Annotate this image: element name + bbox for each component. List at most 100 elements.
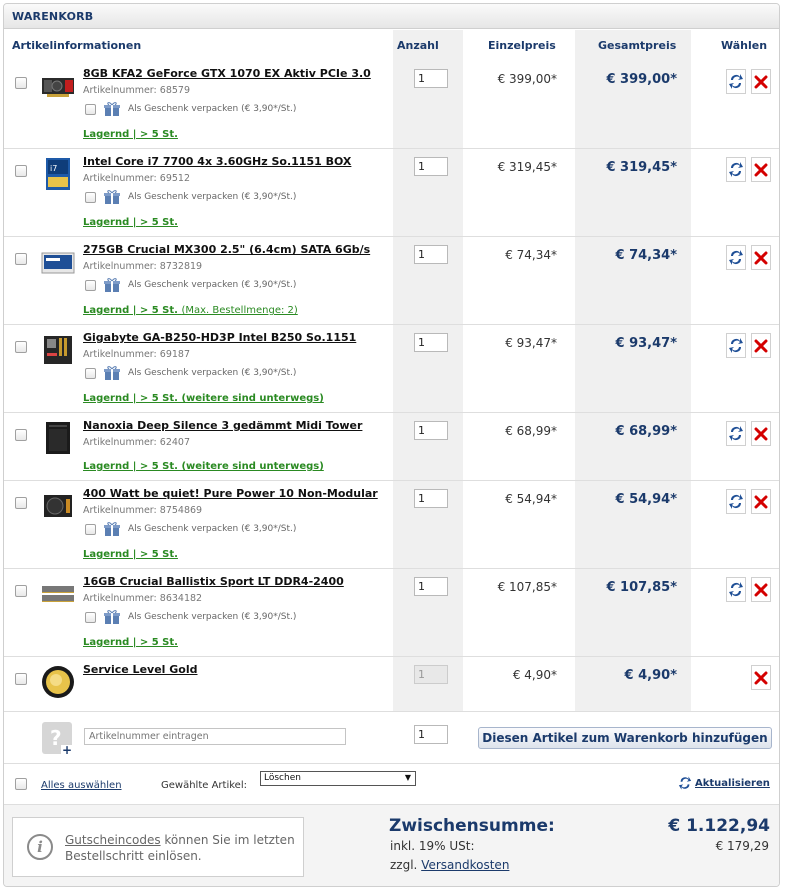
row-select-checkbox[interactable]: [15, 673, 27, 685]
delete-button[interactable]: [751, 665, 771, 690]
row-select-checkbox[interactable]: [15, 165, 27, 177]
cart-row: 400 Watt be quiet! Pure Power 10 Non-Mod…: [4, 481, 779, 569]
bulk-action-select[interactable]: Löschen ▼: [260, 771, 416, 786]
stock-status[interactable]: Lagernd | > 5 St. (Max. Bestellmenge: 2): [83, 305, 298, 316]
cart-header: WARENKORB: [4, 4, 779, 29]
refresh-button[interactable]: [726, 69, 746, 94]
article-number: Artikelnummer: 8732819: [83, 261, 203, 272]
quantity-input[interactable]: [414, 577, 448, 596]
article-number: Artikelnummer: 62407: [83, 437, 190, 448]
voucher-info-box: i Gutscheincodes können Sie im letzten B…: [12, 817, 304, 877]
shipping-costs-link[interactable]: Versandkosten: [421, 858, 509, 872]
article-number-input[interactable]: [84, 728, 346, 745]
voucher-link[interactable]: Gutscheincodes: [65, 833, 161, 847]
refresh-button[interactable]: [726, 489, 746, 514]
voucher-text: Gutscheincodes können Sie im letzten Bes…: [65, 833, 295, 863]
stock-status[interactable]: Lagernd | > 5 St.: [83, 637, 178, 648]
subtotal-label: Zwischensumme:: [389, 816, 555, 836]
row-select-checkbox[interactable]: [15, 253, 27, 265]
product-name[interactable]: 400 Watt be quiet! Pure Power 10 Non-Mod…: [83, 487, 378, 500]
quantity-input[interactable]: [414, 489, 448, 508]
add-quantity-input[interactable]: [414, 725, 448, 744]
stock-status[interactable]: Lagernd | > 5 St.: [83, 129, 178, 140]
svg-text:+: +: [62, 743, 72, 755]
refresh-icon: [729, 74, 743, 89]
ssd-thumbnail: [41, 252, 75, 274]
product-name[interactable]: 16GB Crucial Ballistix Sport LT DDR4-240…: [83, 575, 344, 588]
gift-wrap-checkbox[interactable]: [85, 612, 96, 623]
row-select-checkbox[interactable]: [15, 585, 27, 597]
gift-icon: [104, 102, 120, 116]
add-to-cart-button[interactable]: Diesen Artikel zum Warenkorb hinzufügen: [478, 727, 772, 749]
refresh-button[interactable]: [726, 333, 746, 358]
refresh-button[interactable]: [726, 577, 746, 602]
refresh-button[interactable]: [726, 421, 746, 446]
memory-module-thumbnail: [42, 586, 74, 602]
unit-price: € 74,34*: [505, 248, 557, 262]
delete-icon: [754, 583, 768, 597]
gift-wrap-label: Als Geschenk verpacken (€ 3,90*/St.): [128, 524, 297, 534]
mainboard-thumbnail: [44, 336, 72, 364]
quantity-input[interactable]: [414, 157, 448, 176]
delete-button[interactable]: [751, 157, 771, 182]
gift-wrap-label: Als Geschenk verpacken (€ 3,90*/St.): [128, 612, 297, 622]
delete-button[interactable]: [751, 245, 771, 270]
dropdown-arrow-icon: ▼: [404, 773, 411, 782]
refresh-button[interactable]: [726, 245, 746, 270]
gift-wrap-checkbox[interactable]: [85, 368, 96, 379]
quantity-input[interactable]: [414, 333, 448, 352]
stock-status[interactable]: Lagernd | > 5 St. (weitere sind unterweg…: [83, 461, 324, 472]
delete-button[interactable]: [751, 489, 771, 514]
quantity-input[interactable]: [414, 69, 448, 88]
unit-price: € 319,45*: [497, 160, 557, 174]
product-name[interactable]: Nanoxia Deep Silence 3 gedämmt Midi Towe…: [83, 419, 362, 432]
delete-button[interactable]: [751, 577, 771, 602]
row-select-checkbox[interactable]: [15, 497, 27, 509]
stock-status[interactable]: Lagernd | > 5 St.: [83, 549, 178, 560]
col-header-info: Artikelinformationen: [12, 39, 142, 52]
delete-icon: [754, 427, 768, 441]
delete-button[interactable]: [751, 69, 771, 94]
product-name[interactable]: Intel Core i7 7700 4x 3.60GHz So.1151 BO…: [83, 155, 351, 168]
gift-wrap-checkbox[interactable]: [85, 280, 96, 291]
quantity-input[interactable]: [414, 421, 448, 440]
update-cart-link[interactable]: Aktualisieren: [695, 778, 770, 789]
subtotal-value: € 1.122,94: [668, 816, 770, 836]
row-select-checkbox[interactable]: [15, 429, 27, 441]
vat-label: inkl. 19% USt:: [390, 839, 475, 853]
gift-wrap-checkbox[interactable]: [85, 104, 96, 115]
product-name[interactable]: Service Level Gold: [83, 663, 198, 676]
gift-icon: [104, 366, 120, 380]
stock-status[interactable]: Lagernd | > 5 St.: [83, 217, 178, 228]
stock-status[interactable]: Lagernd | > 5 St. (weitere sind unterweg…: [83, 393, 324, 404]
product-name[interactable]: 275GB Crucial MX300 2.5" (6.4cm) SATA 6G…: [83, 243, 370, 256]
delete-button[interactable]: [751, 421, 771, 446]
total-price: € 4,90*: [624, 668, 677, 683]
cart-row: Service Level Gold € 4,90* € 4,90*: [4, 657, 779, 712]
cart-row: Gigabyte GA-B250-HD3P Intel B250 So.1151…: [4, 325, 779, 413]
refresh-icon: [729, 582, 743, 597]
select-all-checkbox[interactable]: [15, 778, 27, 790]
total-price: € 68,99*: [615, 424, 678, 439]
graphics-card-thumbnail: [42, 78, 74, 97]
refresh-button[interactable]: [726, 157, 746, 182]
refresh-icon: [729, 338, 743, 353]
delete-icon: [754, 671, 768, 685]
cart-panel: WARENKORB Artikelinformationen Anzahl Ei…: [3, 3, 780, 887]
gift-wrap-checkbox[interactable]: [85, 192, 96, 203]
select-all-link[interactable]: Alles auswählen: [41, 780, 122, 791]
cart-row: Nanoxia Deep Silence 3 gedämmt Midi Towe…: [4, 413, 779, 481]
gift-wrap-label: Als Geschenk verpacken (€ 3,90*/St.): [128, 192, 297, 202]
product-name[interactable]: 8GB KFA2 GeForce GTX 1070 EX Aktiv PCIe …: [83, 67, 371, 80]
quantity-input[interactable]: [414, 245, 448, 264]
gift-wrap-label: Als Geschenk verpacken (€ 3,90*/St.): [128, 104, 297, 114]
delete-button[interactable]: [751, 333, 771, 358]
gift-wrap-checkbox[interactable]: [85, 524, 96, 535]
row-select-checkbox[interactable]: [15, 77, 27, 89]
delete-icon: [754, 75, 768, 89]
svg-text:?: ?: [50, 726, 62, 750]
unit-price: € 93,47*: [505, 336, 557, 350]
vat-value: € 179,29: [715, 839, 769, 853]
product-name[interactable]: Gigabyte GA-B250-HD3P Intel B250 So.1151: [83, 331, 356, 344]
row-select-checkbox[interactable]: [15, 341, 27, 353]
